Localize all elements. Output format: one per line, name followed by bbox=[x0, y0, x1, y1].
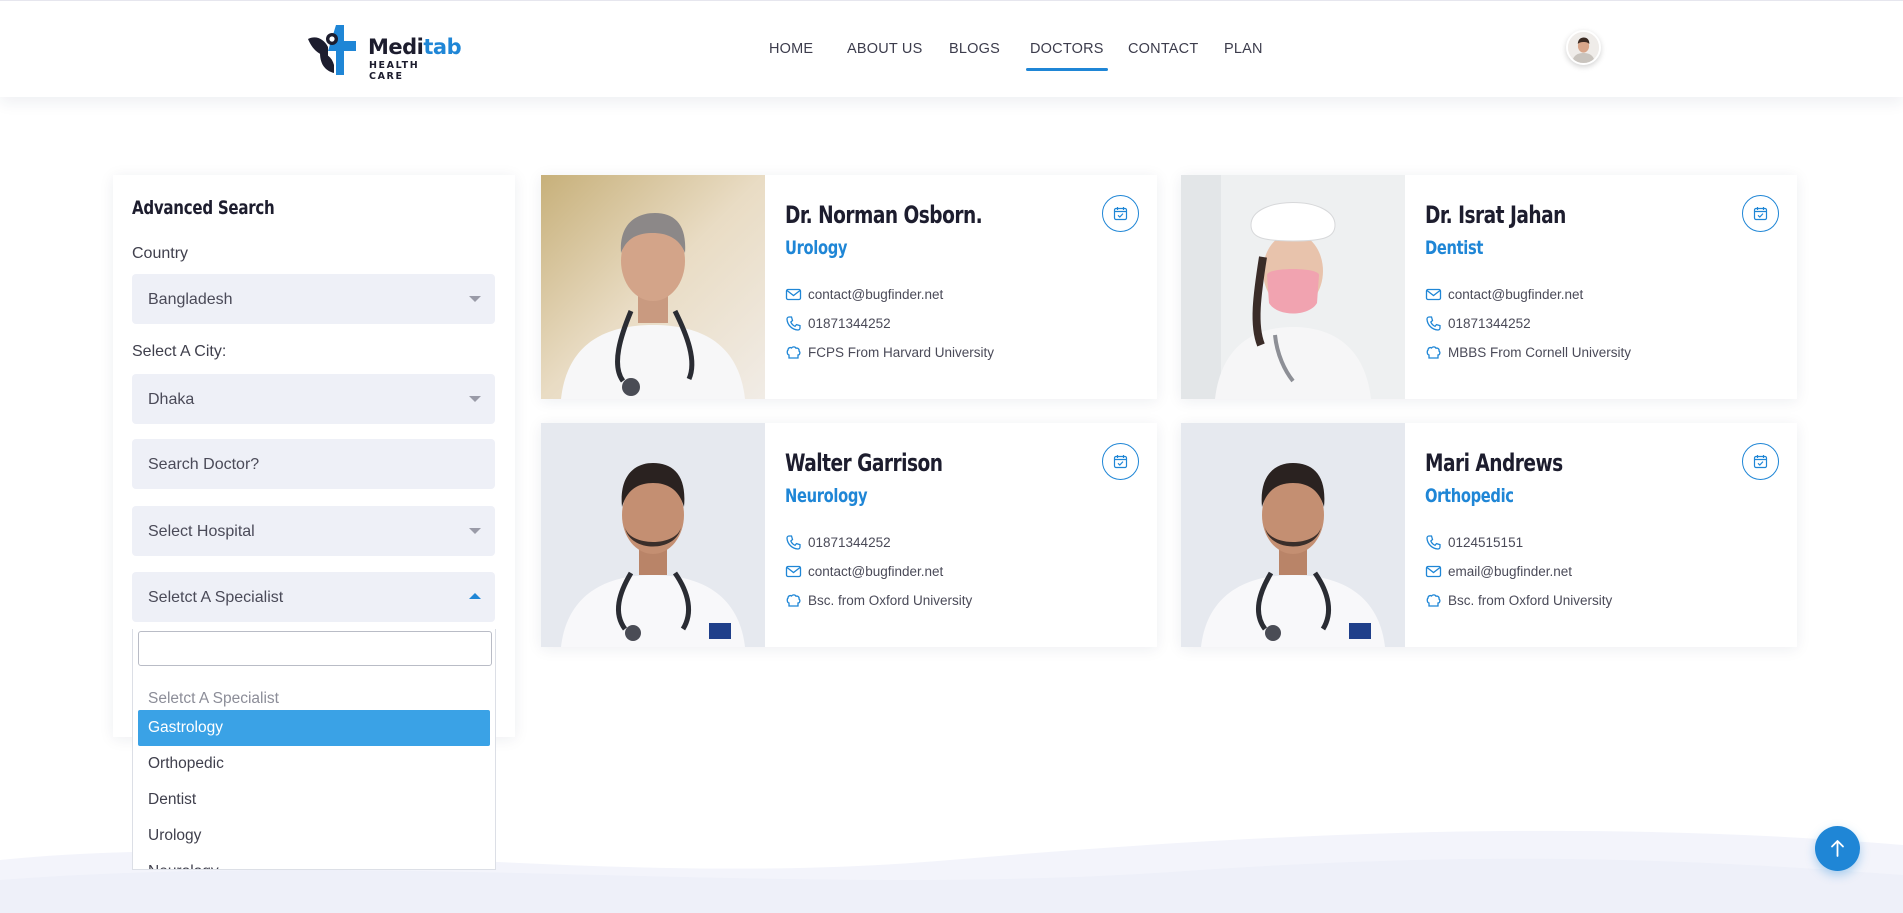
doctor-name[interactable]: Dr. Norman Osborn. bbox=[785, 201, 983, 229]
nav-plan[interactable]: PLAN bbox=[1224, 41, 1263, 57]
nav-home[interactable]: HOME bbox=[769, 41, 813, 57]
education-icon bbox=[786, 346, 801, 359]
chevron-down-icon bbox=[469, 296, 481, 302]
search-doctor-placeholder: Search Doctor? bbox=[148, 456, 260, 473]
doctor-name[interactable]: Mari Andrews bbox=[1425, 449, 1563, 477]
chevron-down-icon bbox=[469, 528, 481, 534]
book-appointment-button[interactable] bbox=[1742, 195, 1779, 232]
nav-about-us[interactable]: ABOUT US bbox=[847, 41, 922, 57]
doctor-specialty: Urology bbox=[785, 237, 848, 259]
hospital-select-value: Select Hospital bbox=[148, 523, 255, 540]
education-icon bbox=[1426, 594, 1441, 607]
specialist-search-input[interactable] bbox=[138, 631, 492, 666]
calendar-icon bbox=[1113, 207, 1128, 221]
phone-icon bbox=[1426, 535, 1441, 550]
doctor-card[interactable]: Dr. Norman Osborn. Urology contact@bugfi… bbox=[541, 175, 1157, 399]
nav-doctors[interactable]: DOCTORS bbox=[1026, 41, 1108, 71]
doctor-photo bbox=[1181, 175, 1405, 399]
user-avatar-image bbox=[1568, 32, 1599, 63]
specialist-option[interactable]: Dentist bbox=[138, 782, 490, 818]
doctor-card[interactable]: Dr. Israt Jahan Dentist contact@bugfinde… bbox=[1181, 175, 1797, 399]
main-nav: HOME ABOUT US BLOGS DOCTORS CONTACT PLAN bbox=[0, 41, 1903, 71]
envelope-icon bbox=[785, 565, 802, 578]
back-to-top-button[interactable] bbox=[1815, 826, 1860, 871]
specialist-option[interactable]: Urology bbox=[138, 818, 490, 854]
arrow-up-icon bbox=[1831, 840, 1844, 857]
book-appointment-button[interactable] bbox=[1102, 443, 1139, 480]
phone-icon bbox=[786, 316, 801, 331]
calendar-icon bbox=[1753, 207, 1768, 221]
doctor-photo bbox=[541, 175, 765, 399]
country-select[interactable]: Bangladesh bbox=[132, 274, 495, 324]
specialist-option[interactable]: Neurology bbox=[138, 854, 490, 869]
envelope-icon bbox=[1425, 288, 1442, 301]
doctor-photo bbox=[1181, 423, 1405, 647]
specialist-select[interactable]: Seletct A Specialist bbox=[132, 572, 495, 622]
doctor-photo bbox=[541, 423, 765, 647]
city-select[interactable]: Dhaka bbox=[132, 374, 495, 424]
doctor-specialty: Dentist bbox=[1425, 237, 1484, 259]
calendar-icon bbox=[1113, 455, 1128, 469]
country-label: Country bbox=[132, 245, 189, 262]
chevron-up-icon bbox=[469, 593, 481, 599]
user-avatar[interactable] bbox=[1566, 30, 1601, 65]
specialist-dropdown: Seletct A Specialist Gastrology Orthoped… bbox=[132, 629, 496, 870]
doctor-card[interactable]: Walter Garrison Neurology 01871344252 co… bbox=[541, 423, 1157, 647]
calendar-icon bbox=[1753, 455, 1768, 469]
envelope-icon bbox=[1425, 565, 1442, 578]
phone-icon bbox=[786, 535, 801, 550]
specialist-option-selected[interactable]: Gastrology bbox=[138, 710, 490, 746]
book-appointment-button[interactable] bbox=[1102, 195, 1139, 232]
chevron-down-icon bbox=[469, 396, 481, 402]
doctor-card[interactable]: Mari Andrews Orthopedic 0124515151 email… bbox=[1181, 423, 1797, 647]
doctor-name[interactable]: Walter Garrison bbox=[785, 449, 943, 477]
education-icon bbox=[786, 594, 801, 607]
nav-blogs[interactable]: BLOGS bbox=[949, 41, 1000, 57]
hospital-select[interactable]: Select Hospital bbox=[132, 506, 495, 556]
education-icon bbox=[1426, 346, 1441, 359]
book-appointment-button[interactable] bbox=[1742, 443, 1779, 480]
advanced-search-title: Advanced Search bbox=[132, 197, 275, 219]
country-select-value: Bangladesh bbox=[148, 291, 233, 308]
phone-icon bbox=[1426, 316, 1441, 331]
doctor-specialty: Neurology bbox=[785, 485, 868, 507]
specialist-option[interactable]: Orthopedic bbox=[138, 746, 490, 782]
envelope-icon bbox=[785, 288, 802, 301]
search-doctor-input[interactable]: Search Doctor? bbox=[132, 439, 495, 489]
doctor-name[interactable]: Dr. Israt Jahan bbox=[1425, 201, 1566, 229]
city-select-value: Dhaka bbox=[148, 391, 195, 408]
city-label: Select A City: bbox=[132, 343, 227, 360]
doctor-specialty: Orthopedic bbox=[1425, 485, 1514, 507]
site-header: Meditab HEALTH CARE HOME ABOUT US BLOGS … bbox=[0, 0, 1903, 97]
specialist-select-value: Seletct A Specialist bbox=[148, 589, 284, 606]
nav-contact[interactable]: CONTACT bbox=[1128, 41, 1198, 57]
